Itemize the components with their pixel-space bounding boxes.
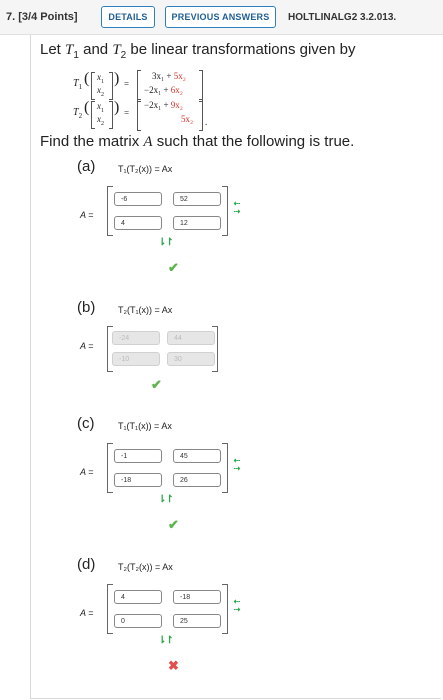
matrix-right-bracket [212, 326, 218, 372]
row-insert-delete-icon[interactable]: ⇠ ⇢ [231, 200, 243, 216]
matrix-label: A = [80, 210, 94, 220]
t1-row2: −2x₁ + 6x₂ [144, 85, 183, 95]
part-equation: T₂(T₁(x)) = Ax [118, 305, 173, 315]
incorrect-icon: ✖ [168, 658, 179, 673]
col-swap-icon[interactable]: ⇂↾ [158, 494, 174, 505]
part-label: (b) [77, 299, 96, 316]
find-instruction: Find the matrix A such that the followin… [40, 133, 355, 150]
details-button[interactable]: DETAILS [101, 6, 155, 28]
matrix-cell-r1c1[interactable] [114, 590, 162, 604]
matrix-cell-r2c2[interactable] [173, 473, 221, 487]
matrix-label: A = [80, 467, 94, 477]
matrix-cell-r2c2[interactable] [173, 614, 221, 628]
matrix-cell-r2c1[interactable] [114, 614, 162, 628]
question-header: 7. [3/4 Points] DETAILS PREVIOUS ANSWERS… [0, 0, 443, 35]
matrix-left-bracket [107, 584, 113, 634]
matrix-cell-r1c2[interactable] [173, 449, 221, 463]
matrix-right-bracket [222, 584, 228, 634]
matrix-cell-r1c2 [167, 331, 215, 345]
question-number: 7. [3/4 Points] [6, 11, 78, 23]
part-equation: T₁(T₂(x)) = Ax [118, 164, 173, 174]
matrix-left-bracket [107, 443, 113, 493]
matrix-cell-r1c1[interactable] [114, 449, 162, 463]
matrix-cell-r2c2 [167, 352, 215, 366]
part-equation: T₁(T₁(x)) = Ax [118, 421, 172, 431]
matrix-cell-r2c1[interactable] [114, 216, 162, 230]
matrix-cell-r1c2[interactable] [173, 192, 221, 206]
t2-row2: 5x₂ [181, 114, 194, 124]
previous-answers-button[interactable]: PREVIOUS ANSWERS [165, 6, 276, 28]
part-label: (d) [77, 556, 96, 573]
correct-icon: ✔ [168, 517, 179, 532]
col-swap-icon[interactable]: ⇂↾ [158, 237, 174, 248]
row-insert-delete-icon[interactable]: ⇠ ⇢ [231, 457, 243, 473]
correct-icon: ✔ [168, 260, 179, 275]
matrix-left-bracket [107, 186, 113, 236]
col-swap-icon[interactable]: ⇂↾ [158, 635, 174, 646]
problem-code: HOLTLINALG2 3.2.013. [288, 12, 397, 23]
part-label: (c) [77, 415, 95, 432]
matrix-label: A = [80, 608, 94, 618]
matrix-right-bracket [222, 443, 228, 493]
t2-row1: −2x₁ + 9x₂ [144, 100, 183, 110]
matrix-cell-r2c1[interactable] [114, 473, 162, 487]
correct-icon: ✔ [151, 377, 162, 392]
problem-statement: Let T1 and T2 be linear transformations … [40, 41, 356, 61]
matrix-cell-r1c1 [112, 331, 160, 345]
row-insert-delete-icon[interactable]: ⇠ ⇢ [231, 598, 243, 614]
matrix-cell-r2c1 [112, 352, 160, 366]
t1-row1: 3x₁ + 5x₂ [152, 71, 186, 81]
matrix-right-bracket [222, 186, 228, 236]
matrix-cell-r2c2[interactable] [173, 216, 221, 230]
part-label: (a) [77, 158, 96, 175]
matrix-cell-r1c2[interactable] [173, 590, 221, 604]
matrix-label: A = [80, 341, 94, 351]
matrix-cell-r1c1[interactable] [114, 192, 162, 206]
part-equation: T₂(T₂(x)) = Ax [118, 562, 173, 572]
